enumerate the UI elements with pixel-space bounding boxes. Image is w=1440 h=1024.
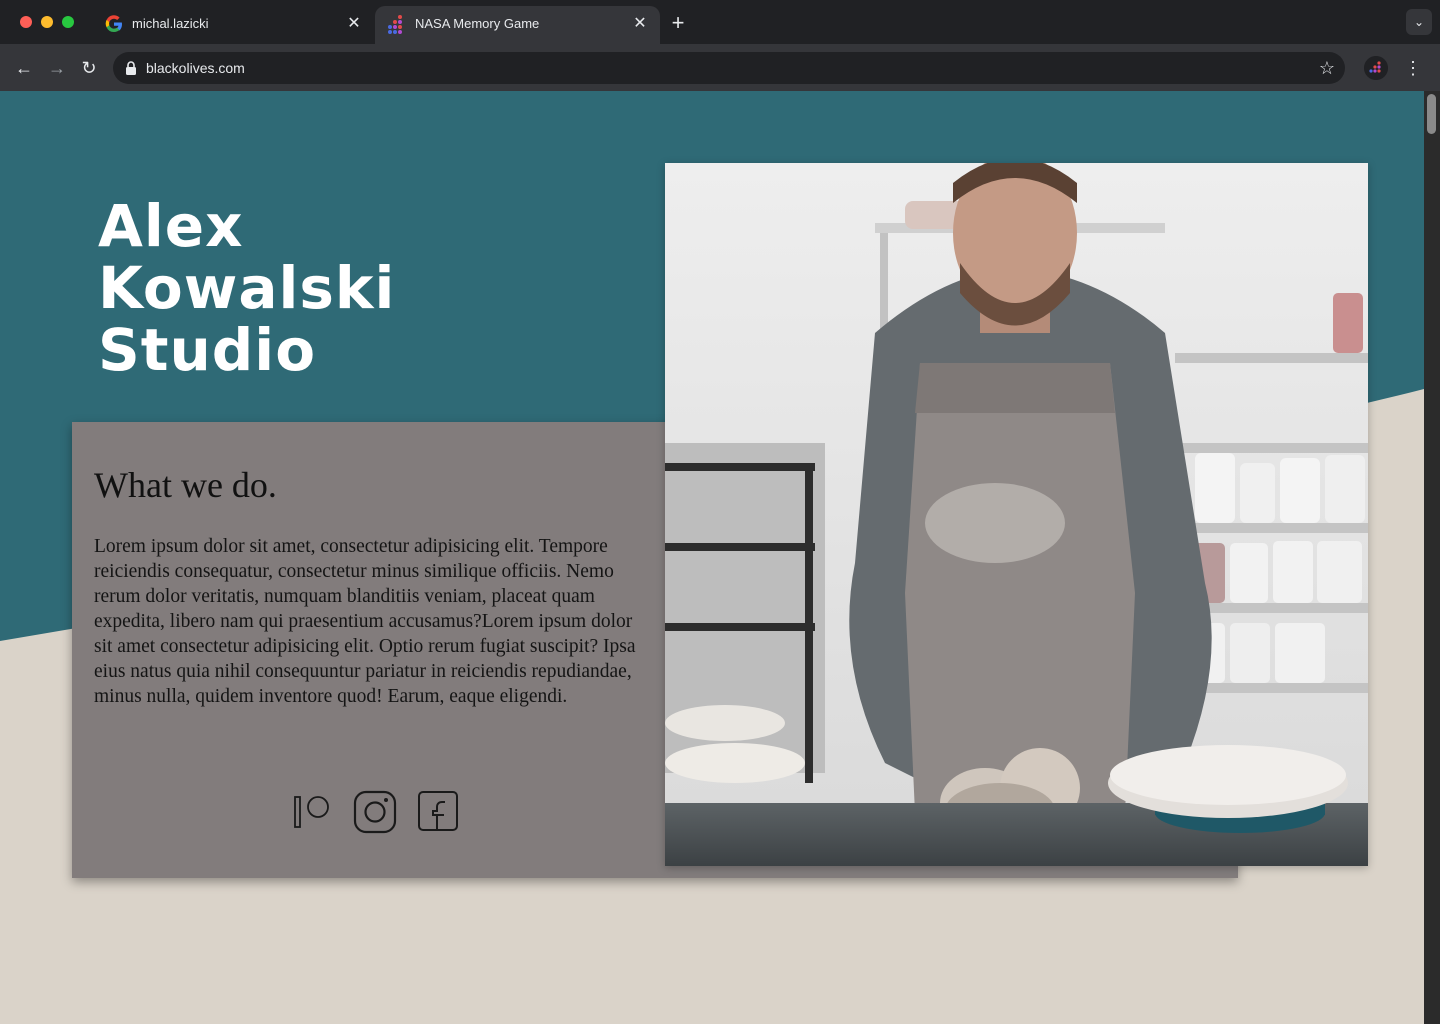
title-line: Alex	[98, 192, 244, 260]
back-arrow-icon[interactable]: ←	[12, 56, 36, 80]
browser-tab-bar: michal.lazicki ✕ NASA Memory Game ✕ + ⌄	[0, 0, 1440, 44]
instagram-icon[interactable]	[353, 790, 397, 834]
minimize-window-button[interactable]	[41, 16, 53, 28]
tab-title: michal.lazicki	[132, 16, 209, 31]
reload-icon[interactable]: ↻	[77, 56, 101, 80]
menu-kebab-icon[interactable]: ⋮	[1403, 56, 1423, 80]
potter-photo	[665, 163, 1368, 866]
page-viewport: Alex Kowalski Studio What we do. Lorem i…	[0, 91, 1424, 1024]
close-window-button[interactable]	[20, 16, 32, 28]
browser-tab-1[interactable]: michal.lazicki ✕	[92, 6, 374, 44]
facebook-icon[interactable]	[417, 790, 461, 834]
scrollbar[interactable]	[1424, 91, 1440, 1024]
maximize-window-button[interactable]	[62, 16, 74, 28]
section-body: Lorem ipsum dolor sit amet, consectetur …	[94, 536, 636, 707]
studio-title: Alex Kowalski Studio	[98, 195, 518, 381]
tab-search-button[interactable]: ⌄	[1406, 9, 1432, 35]
patreon-icon[interactable]	[292, 790, 336, 834]
new-tab-button[interactable]: +	[667, 12, 689, 34]
browser-tab-2[interactable]: NASA Memory Game ✕	[375, 6, 660, 44]
nasa-dots-icon	[388, 15, 402, 34]
lock-icon	[126, 61, 136, 75]
close-tab-icon[interactable]: ✕	[344, 14, 364, 34]
extension-icon[interactable]	[1364, 56, 1388, 80]
browser-toolbar: ← → ↻ blackolives.com ☆ ⋮	[0, 44, 1440, 91]
close-tab-icon[interactable]: ✕	[630, 14, 650, 34]
google-icon	[105, 15, 122, 33]
address-bar[interactable]: blackolives.com ☆	[113, 52, 1345, 84]
tab-title: NASA Memory Game	[415, 16, 540, 31]
title-line: Kowalski	[98, 254, 396, 322]
bookmark-star-icon[interactable]: ☆	[1317, 58, 1337, 78]
forward-arrow-icon[interactable]: →	[45, 56, 69, 80]
url-text: blackolives.com	[146, 60, 245, 76]
scrollbar-thumb[interactable]	[1427, 94, 1436, 134]
title-line: Studio	[98, 316, 317, 384]
section-heading: What we do.	[94, 465, 277, 505]
